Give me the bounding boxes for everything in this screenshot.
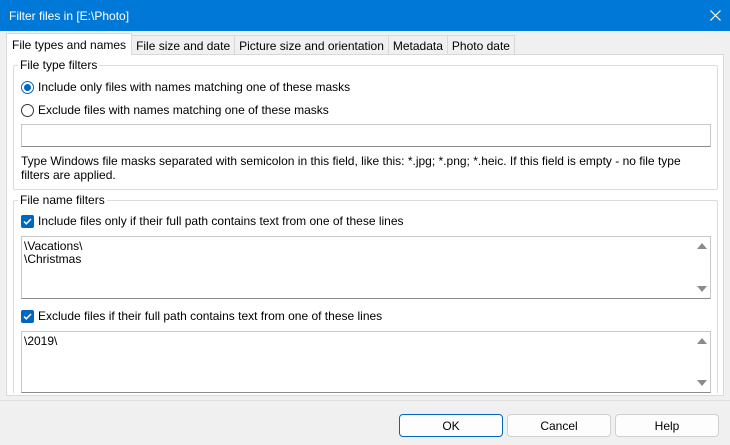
ok-button[interactable]: OK	[399, 414, 503, 437]
checkmark-icon	[23, 312, 32, 320]
include-masks-radio-row[interactable]: Include only files with names matching o…	[21, 80, 350, 94]
tab-metadata[interactable]: Metadata	[387, 35, 448, 55]
exclude-path-checkbox-row[interactable]: Exclude files if their full path contain…	[21, 309, 382, 323]
exclude-masks-label: Exclude files with names matching one of…	[38, 103, 329, 117]
help-button[interactable]: Help	[615, 414, 719, 437]
exclude-masks-radio[interactable]	[21, 103, 34, 117]
tab-label: File size and date	[136, 38, 231, 53]
close-button[interactable]	[700, 0, 730, 31]
include-masks-radio[interactable]	[21, 80, 34, 94]
include-path-lines[interactable]: \Vacations\ \Christmas	[21, 236, 711, 299]
exclude-path-label: Exclude files if their full path contain…	[38, 309, 383, 323]
window-title: Filter files in [E:\Photo]	[9, 8, 130, 23]
cancel-button[interactable]: Cancel	[507, 414, 611, 437]
exclude-path-lines[interactable]: \2019\	[21, 331, 711, 393]
title-bar: Filter files in [E:\Photo]	[0, 0, 730, 31]
exclude-path-checkbox[interactable]	[21, 309, 34, 323]
tab-label: Photo date	[451, 38, 510, 53]
include-path-checkbox-row[interactable]: Include files only if their full path co…	[21, 214, 404, 228]
tab-file-types-and-names[interactable]: File types and names	[6, 33, 133, 55]
tab-panel: File type filters Include only files wit…	[6, 54, 724, 396]
file-name-filters-group: File name filters Include files only if …	[13, 193, 718, 394]
scroll-up-arrow-icon[interactable]	[697, 338, 707, 344]
scroll-down-arrow-icon[interactable]	[697, 286, 707, 292]
include-path-label: Include files only if their full path co…	[38, 214, 404, 228]
scroll-down-arrow-icon[interactable]	[697, 380, 707, 386]
include-masks-label: Include only files with names matching o…	[38, 80, 351, 94]
exclude-path-text: \2019\	[24, 334, 58, 348]
tab-label: Picture size and orientation	[239, 38, 384, 53]
checkmark-icon	[23, 217, 32, 225]
tab-strip: File types and names File size and date …	[6, 33, 515, 55]
group-legend: File name filters	[18, 193, 107, 207]
dialog-footer: OK Cancel Help	[0, 400, 730, 445]
file-type-filters-group: File type filters Include only files wit…	[13, 58, 718, 190]
file-masks-input[interactable]	[21, 124, 711, 147]
exclude-masks-radio-row[interactable]: Exclude files with names matching one of…	[21, 103, 329, 117]
include-path-checkbox[interactable]	[21, 214, 34, 228]
tab-label: Metadata	[392, 38, 443, 53]
include-path-text: \Vacations\ \Christmas	[24, 239, 83, 266]
tab-picture-size-and-orientation[interactable]: Picture size and orientation	[234, 35, 389, 55]
tab-file-size-and-date[interactable]: File size and date	[131, 35, 236, 55]
tab-label: File types and names	[12, 37, 127, 52]
tab-photo-date[interactable]: Photo date	[446, 35, 515, 55]
include-path-scrollbar[interactable]	[694, 237, 710, 298]
file-masks-hint: Type Windows file masks separated with s…	[21, 154, 681, 182]
group-legend: File type filters	[18, 58, 100, 72]
close-icon	[709, 10, 721, 21]
scroll-up-arrow-icon[interactable]	[697, 243, 707, 249]
exclude-path-scrollbar[interactable]	[694, 332, 710, 392]
